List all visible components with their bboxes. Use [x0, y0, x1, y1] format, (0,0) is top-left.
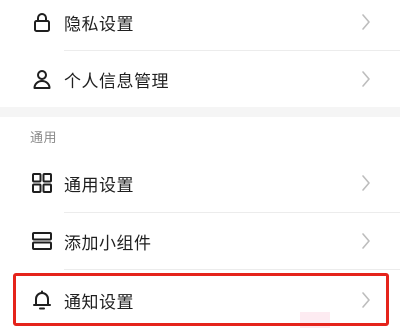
person-icon: [30, 67, 54, 91]
add-widget-row[interactable]: 添加小组件: [0, 213, 400, 269]
chevron-right-icon: [360, 12, 372, 32]
chevron-right-icon: [360, 69, 372, 89]
notification-settings-label: 通知设置: [64, 292, 134, 313]
chevron-right-icon: [360, 290, 372, 310]
lock-icon: [30, 10, 54, 34]
section-header-general: 通用: [30, 131, 58, 146]
settings-screen: 隐私设置 个人信息管理 通用 通用设置 添加小组件 通知设置: [0, 0, 400, 328]
general-settings-label: 通用设置: [64, 175, 134, 196]
divider: [64, 269, 400, 270]
grid-icon: [30, 171, 54, 195]
personal-info-row[interactable]: 个人信息管理: [0, 51, 400, 107]
notification-settings-row[interactable]: 通知设置: [0, 272, 400, 328]
privacy-settings-label: 隐私设置: [64, 14, 134, 35]
add-widget-label: 添加小组件: [64, 233, 152, 254]
chevron-right-icon: [360, 173, 372, 193]
background-smudge: [300, 312, 330, 328]
chevron-right-icon: [360, 231, 372, 251]
section-separator: [0, 107, 400, 117]
personal-info-label: 个人信息管理: [64, 71, 169, 92]
general-settings-row[interactable]: 通用设置: [0, 155, 400, 211]
widget-icon: [30, 229, 54, 253]
privacy-settings-row[interactable]: 隐私设置: [0, 0, 400, 50]
bell-icon: [30, 288, 54, 312]
